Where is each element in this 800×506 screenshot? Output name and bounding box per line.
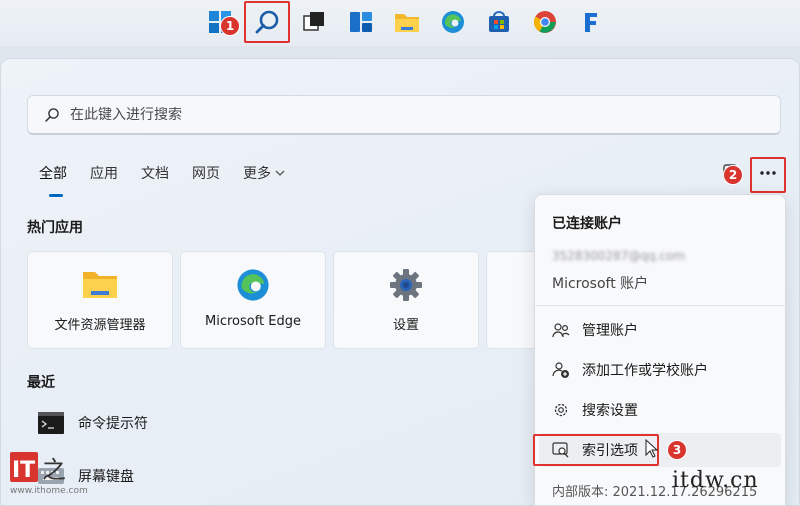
chrome-icon[interactable] xyxy=(531,8,559,36)
settings-gear-icon xyxy=(390,269,422,301)
chevron-down-icon xyxy=(275,170,285,176)
gear-icon xyxy=(554,403,568,417)
taskbar: 1 xyxy=(0,0,800,46)
highlight-box-indexing xyxy=(533,434,659,466)
filter-tabs: 全部 应用 文档 网页 更多 xyxy=(39,163,308,197)
menu-item-manage-accounts[interactable]: 管理账户 xyxy=(539,313,781,347)
search-input[interactable] xyxy=(70,106,670,123)
tab-apps[interactable]: 应用 xyxy=(90,163,118,183)
tab-more[interactable]: 更多 xyxy=(243,163,285,183)
mouse-cursor-icon xyxy=(645,438,659,463)
menu-item-add-account[interactable]: 添加工作或学校账户 xyxy=(539,353,781,387)
step-badge-1: 1 xyxy=(220,16,240,36)
app-tile-label: 文件资源管理器 xyxy=(54,318,146,333)
app-tile-settings[interactable]: 设置 xyxy=(333,251,479,349)
recent-item-label: 命令提示符 xyxy=(78,416,148,432)
edge-taskbar-icon[interactable] xyxy=(439,8,467,36)
watermark-url: www.ithome.com xyxy=(10,486,88,496)
store-icon[interactable] xyxy=(485,8,513,36)
file-explorer-icon[interactable] xyxy=(393,8,421,36)
tab-documents[interactable]: 文档 xyxy=(141,163,169,183)
task-view-icon[interactable] xyxy=(300,8,328,36)
svg-text:IT: IT xyxy=(12,458,35,483)
app-tile-file-explorer[interactable]: 文件资源管理器 xyxy=(27,251,173,349)
app-tile-label: Microsoft Edge xyxy=(204,314,301,329)
search-icon[interactable] xyxy=(253,8,281,36)
account-type: Microsoft 账户 xyxy=(552,276,649,292)
account-email: 3528300287@qq.com xyxy=(552,249,686,263)
widgets-icon[interactable] xyxy=(347,8,375,36)
recent-heading: 最近 xyxy=(27,375,55,391)
step-badge-2: 2 xyxy=(723,165,743,185)
f-app-icon[interactable] xyxy=(577,8,605,36)
step-badge-3: 3 xyxy=(667,440,687,460)
menu-header: 已连接账户 xyxy=(552,216,622,232)
edge-icon xyxy=(237,269,269,301)
tab-all[interactable]: 全部 xyxy=(39,163,67,197)
search-box-icon xyxy=(45,107,59,122)
command-prompt-icon xyxy=(38,412,64,434)
top-apps-heading: 热门应用 xyxy=(27,220,83,236)
manage-accounts-icon xyxy=(552,323,570,338)
tab-web[interactable]: 网页 xyxy=(192,163,220,183)
more-options-icon[interactable] xyxy=(758,163,778,187)
folder-icon xyxy=(83,272,117,298)
watermark-brand: itdw.cn xyxy=(672,468,759,493)
search-box[interactable] xyxy=(27,95,781,135)
recent-item-cmd[interactable]: 命令提示符 xyxy=(38,412,148,434)
add-account-icon xyxy=(552,362,569,378)
app-tile-label: 设置 xyxy=(392,318,419,333)
svg-text:之: 之 xyxy=(42,456,66,484)
menu-item-search-settings[interactable]: 搜索设置 xyxy=(539,393,781,427)
menu-divider xyxy=(535,305,785,306)
app-tile-edge[interactable]: Microsoft Edge xyxy=(180,251,326,349)
